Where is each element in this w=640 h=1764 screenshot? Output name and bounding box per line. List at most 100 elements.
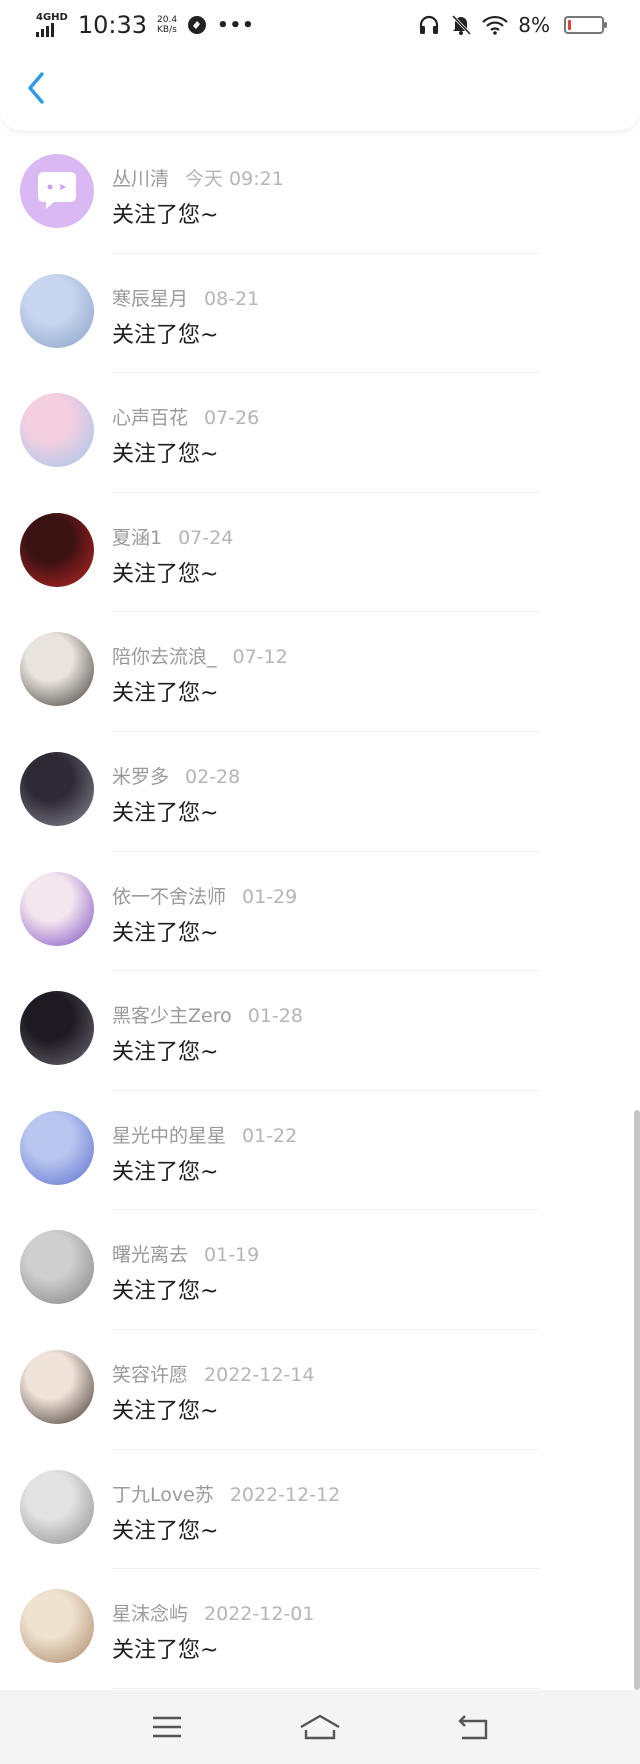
more-notifications-icon: ••• [217,14,255,36]
timestamp: 07-12 [232,646,288,669]
notification-message: 关注了您~ [112,561,219,587]
status-bar-right: 8% [418,13,607,37]
home-button[interactable] [290,1705,350,1749]
avatar[interactable] [20,632,94,707]
notification-content: 寒辰星月 08-21 关注了您~ [112,284,259,349]
name-line: 陪你去流浪_ 07-12 [112,642,288,669]
user-name[interactable]: 笑容许愿 [112,1364,188,1386]
avatar[interactable] [20,1349,94,1424]
avatar[interactable] [20,1230,94,1305]
back-button[interactable] [18,70,54,106]
timestamp: 01-19 [204,1244,260,1267]
avatar[interactable] [20,1110,94,1185]
timestamp: 2022-12-01 [204,1603,315,1626]
notification-content: 夏涵1 07-24 关注了您~ [112,523,233,588]
notification-content: 心声百花 07-26 关注了您~ [112,403,259,468]
home-icon [300,1714,340,1740]
network-speed-unit: KB/s [157,25,177,35]
notification-message: 关注了您~ [112,800,219,826]
user-name[interactable]: 米罗多 [112,766,169,788]
list-item[interactable]: 陪你去流浪_ 07-12 关注了您~ [0,612,640,732]
name-line: 寒辰星月 08-21 [112,284,259,311]
list-item[interactable]: 丁九Love苏 2022-12-12 关注了您~ [0,1450,640,1570]
list-item[interactable]: 丛川清 今天 09:21 关注了您~ [0,134,640,254]
timestamp: 02-28 [185,765,241,788]
headphones-icon [420,15,439,34]
timestamp: 今天 09:21 [185,168,284,190]
avatar[interactable] [20,751,94,826]
name-line: 丛川清 今天 09:21 [112,164,284,191]
notification-content: 曙光离去 01-19 关注了您~ [112,1240,259,1305]
name-line: 依一不舍法师 01-29 [112,882,297,909]
header [0,50,640,132]
name-line: 星光中的星星 01-22 [112,1121,297,1148]
timestamp: 07-26 [204,407,260,430]
list-item[interactable]: 曙光离去 01-19 关注了您~ [0,1210,640,1330]
notification-content: 米罗多 02-28 关注了您~ [112,762,240,827]
list-item[interactable]: 心声百花 07-26 关注了您~ [0,373,640,493]
avatar[interactable] [20,393,94,468]
network-speed-value: 20.4 [157,15,178,25]
avatar[interactable] [20,512,94,587]
list-item[interactable]: 星光中的星星 01-22 关注了您~ [0,1091,640,1211]
user-name[interactable]: 心声百花 [112,407,188,429]
avatar[interactable] [20,273,94,348]
list-item[interactable]: 寒辰星月 08-21 关注了您~ [0,254,640,374]
menu-button[interactable] [137,1705,197,1749]
list-item[interactable]: 米罗多 02-28 关注了您~ [0,732,640,852]
avatar[interactable] [20,991,94,1066]
name-line: 黑客少主Zero 01-28 [112,1001,303,1028]
avatar[interactable] [20,154,94,228]
avatar[interactable] [20,1589,94,1664]
list-item[interactable]: 星沫念屿 2022-12-01 关注了您~ [0,1569,640,1689]
name-line: 心声百花 07-26 [112,403,259,430]
network-speed: 20.4 KB/s [157,15,177,35]
divider [112,1687,540,1689]
status-bar: 4GHD 10:33 20.4 KB/s ••• 8% [0,0,640,50]
list-item[interactable]: 黑客少主Zero 01-28 关注了您~ [0,971,640,1091]
user-name[interactable]: 丛川清 [112,168,169,190]
scrollbar[interactable] [634,1110,640,1690]
user-name[interactable]: 夏涵1 [112,527,162,549]
list-item[interactable]: 夏涵1 07-24 关注了您~ [0,493,640,613]
notification-content: 依一不舍法师 01-29 关注了您~ [112,882,297,947]
mute-bell-icon [452,14,472,36]
timestamp: 08-21 [204,287,260,310]
cellular-signal-icon: 4GHD [36,13,68,37]
chat-bubble-icon [38,172,76,209]
notification-message: 关注了您~ [112,1518,219,1544]
notification-message: 关注了您~ [112,681,219,707]
wifi-icon [482,15,509,35]
user-name[interactable]: 丁九Love苏 [112,1484,214,1506]
name-line: 夏涵1 07-24 [112,523,233,550]
timestamp: 01-29 [242,885,298,908]
notification-message: 关注了您~ [112,1638,219,1664]
user-name[interactable]: 星沫念屿 [112,1603,188,1625]
avatar[interactable] [20,1469,94,1544]
user-name[interactable]: 黑客少主Zero [112,1005,232,1027]
name-line: 曙光离去 01-19 [112,1240,259,1267]
menu-icon [152,1716,181,1738]
notification-content: 丛川清 今天 09:21 关注了您~ [112,164,284,229]
user-name[interactable]: 陪你去流浪_ [112,646,217,668]
user-name[interactable]: 寒辰星月 [112,288,188,310]
user-name[interactable]: 星光中的星星 [112,1125,226,1147]
user-name[interactable]: 依一不舍法师 [112,886,226,908]
notification-message: 关注了您~ [112,203,219,228]
network-type: 4GHD [36,12,68,23]
clock: 10:33 [77,11,148,39]
notification-message: 关注了您~ [112,1279,219,1305]
notification-message: 关注了您~ [112,1398,219,1424]
timestamp: 07-24 [178,526,234,549]
user-name[interactable]: 曙光离去 [112,1244,188,1266]
notification-content: 黑客少主Zero 01-28 关注了您~ [112,1001,303,1066]
notification-content: 丁九Love苏 2022-12-12 关注了您~ [112,1480,340,1545]
list-item[interactable]: 笑容许愿 2022-12-14 关注了您~ [0,1330,640,1450]
system-back-button[interactable] [443,1705,503,1749]
timestamp: 2022-12-14 [204,1363,315,1386]
notification-message: 关注了您~ [112,442,219,468]
list-item[interactable]: 依一不舍法师 01-29 关注了您~ [0,852,640,972]
chevron-left-icon [28,72,44,104]
timestamp: 01-28 [247,1005,303,1028]
avatar[interactable] [20,871,94,946]
